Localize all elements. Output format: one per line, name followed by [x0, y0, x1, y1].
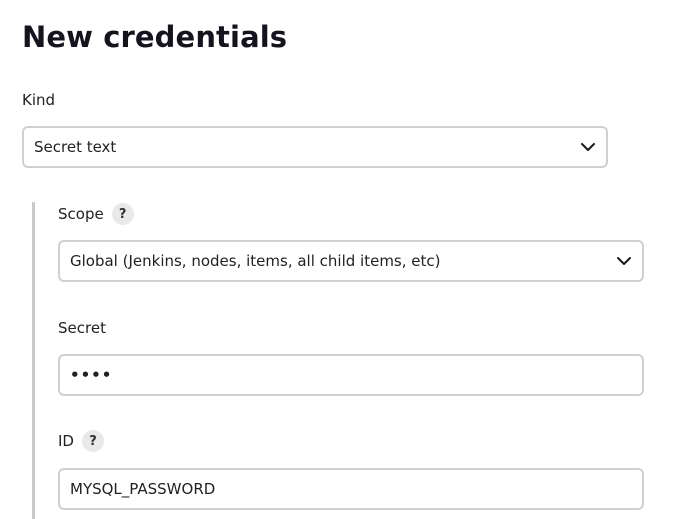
scope-select[interactable]: Global (Jenkins, nodes, items, all child… [58, 240, 644, 282]
scope-help-icon[interactable]: ? [111, 203, 134, 225]
page-title: New credentials [22, 20, 288, 54]
secret-value: •••• [70, 366, 113, 384]
scope-label-text: Scope [58, 205, 104, 223]
id-value: MYSQL_PASSWORD [70, 480, 216, 498]
secret-label-text: Secret [58, 319, 106, 337]
id-label-text: ID [58, 432, 74, 450]
kind-label-text: Kind [22, 91, 56, 109]
chevron-down-icon [580, 139, 596, 155]
chevron-down-icon [616, 253, 632, 269]
kind-label: Kind [22, 91, 55, 109]
kind-select[interactable]: Secret text [22, 126, 608, 168]
secret-input[interactable]: •••• [58, 354, 644, 396]
scope-label: Scope ? [58, 203, 134, 225]
scope-selected-value: Global (Jenkins, nodes, items, all child… [70, 252, 441, 270]
kind-selected-value: Secret text [34, 138, 117, 156]
section-indent-bar [32, 202, 35, 519]
id-help-icon[interactable]: ? [81, 430, 104, 452]
id-label: ID ? [58, 430, 104, 452]
secret-label: Secret [58, 319, 106, 337]
id-input[interactable]: MYSQL_PASSWORD [58, 468, 644, 510]
